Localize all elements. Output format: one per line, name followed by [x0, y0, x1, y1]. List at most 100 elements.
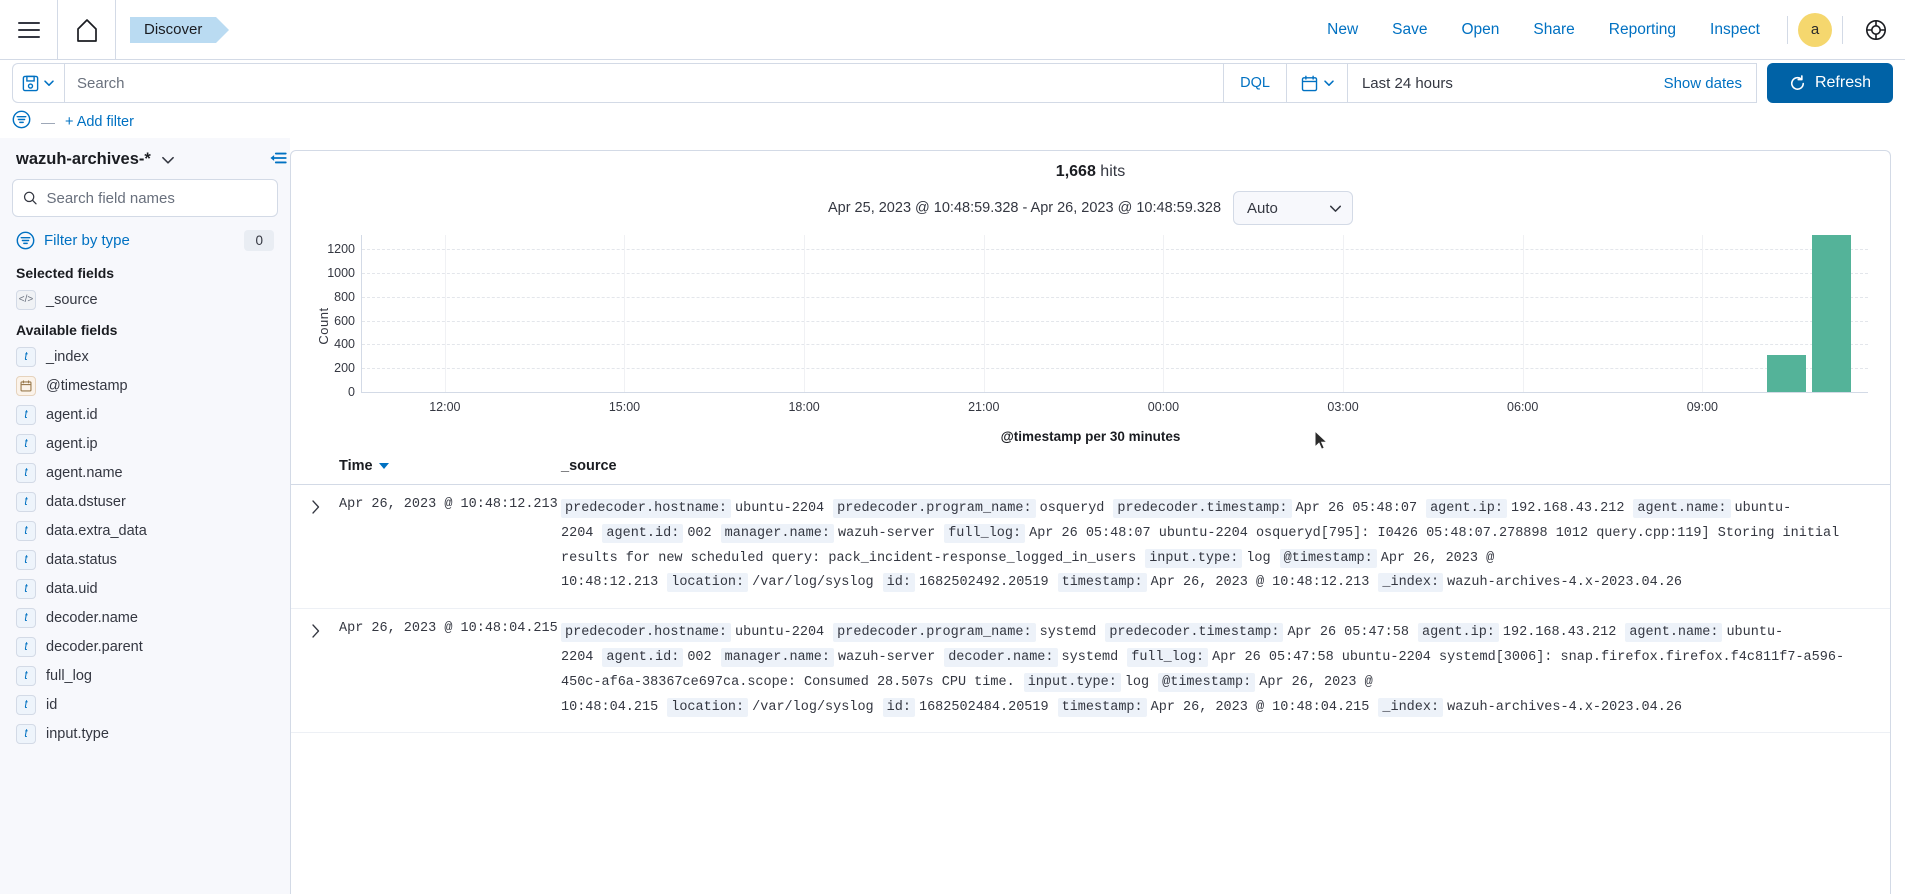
source-field-key: predecoder.hostname: — [561, 623, 731, 642]
source-field-value: Apr 26 05:47:58 — [1287, 625, 1409, 640]
saved-query-button[interactable] — [12, 63, 64, 103]
source-field-value: osqueryd — [1040, 501, 1105, 516]
expand-row-button[interactable] — [291, 621, 339, 720]
field-label: agent.name — [46, 465, 123, 481]
source-field-key: agent.id: — [602, 648, 683, 667]
chart-bar[interactable] — [1812, 235, 1851, 392]
nav-link-inspect[interactable]: Inspect — [1693, 21, 1777, 39]
date-quick-select-button[interactable] — [1287, 64, 1348, 102]
field-item-agent.name[interactable]: t agent.name — [12, 458, 278, 487]
search-input-wrapper[interactable] — [64, 63, 1224, 103]
source-field-key: manager.name: — [721, 524, 834, 543]
nav-link-share[interactable]: Share — [1516, 21, 1591, 39]
x-axis-tick: 15:00 — [609, 400, 640, 414]
chart-bar[interactable] — [1767, 355, 1806, 392]
source-field-key: id: — [883, 573, 915, 592]
nav-right-group: New Save Open Share Reporting Inspect a — [1310, 0, 1905, 59]
source-field-value: ubuntu-2204 — [735, 501, 824, 516]
avatar[interactable]: a — [1798, 13, 1832, 47]
table-row: Apr 26, 2023 @ 10:48:04.215 predecoder.ho… — [291, 609, 1890, 733]
chart-plot-area[interactable]: 02004006008001000120012:0015:0018:0021:0… — [361, 235, 1868, 393]
source-field-value: Apr 26, 2023 @ 10:48:04.215 — [1151, 700, 1370, 715]
x-axis-tick: 00:00 — [1148, 400, 1179, 414]
x-axis-tick: 09:00 — [1687, 400, 1718, 414]
expand-row-button[interactable] — [291, 497, 339, 596]
add-filter-button[interactable]: + Add filter — [65, 114, 134, 130]
field-item-data.status[interactable]: tdata.status — [12, 545, 278, 574]
histogram-chart[interactable]: Count 02004006008001000120012:0015:0018:… — [303, 235, 1868, 417]
source-field-key: location: — [667, 573, 748, 592]
field-item-id[interactable]: tid — [12, 690, 278, 719]
field-item-_index[interactable]: t_index — [12, 342, 278, 371]
search-input[interactable] — [77, 75, 1223, 92]
y-axis-tick: 400 — [334, 337, 355, 351]
field-item-agent.ip[interactable]: t agent.ip — [12, 429, 278, 458]
index-pattern-selector[interactable]: wazuh-archives-* — [12, 138, 278, 179]
field-item-data.uid[interactable]: tdata.uid — [12, 574, 278, 603]
selected-fields-title: Selected fields — [12, 257, 278, 285]
search-icon — [23, 190, 37, 206]
show-dates-button[interactable]: Show dates — [1650, 75, 1756, 92]
table-body: Apr 26, 2023 @ 10:48:12.213predecoder.ho… — [291, 485, 1890, 733]
source-field-key: timestamp: — [1058, 698, 1147, 717]
field-search-wrapper[interactable] — [12, 179, 278, 217]
field-item-_source[interactable]: </> _source — [12, 285, 278, 314]
source-field-key: agent.ip: — [1426, 499, 1507, 518]
source-field-value: Apr 26 05:48:07 — [1296, 501, 1418, 516]
help-icon[interactable] — [1859, 13, 1893, 47]
chart-y-axis-label: Count — [316, 307, 331, 344]
filter-by-type-button[interactable]: Filter by type 0 — [12, 223, 278, 257]
source-field-key: predecoder.program_name: — [833, 623, 1035, 642]
nav-link-new[interactable]: New — [1310, 21, 1375, 39]
selected-fields-list: </> _source — [12, 285, 278, 314]
field-item-data.dstuser[interactable]: tdata.dstuser — [12, 487, 278, 516]
field-item-@timestamp[interactable]: @timestamp — [12, 371, 278, 400]
chart-x-axis-label: @timestamp per 30 minutes — [291, 417, 1890, 444]
hits-label: hits — [1100, 163, 1125, 180]
nav-link-reporting[interactable]: Reporting — [1592, 21, 1693, 39]
string-type-icon: t — [16, 579, 36, 599]
field-label: full_log — [46, 668, 92, 684]
field-label: data.extra_data — [46, 523, 147, 539]
source-field-key: input.type: — [1024, 673, 1121, 692]
time-range-value[interactable]: Last 24 hours — [1348, 75, 1650, 92]
source-field-value: log — [1125, 675, 1149, 690]
gridline — [362, 321, 1868, 322]
save-floppy-icon — [22, 75, 39, 92]
string-type-icon: t — [16, 666, 36, 686]
string-type-icon: t — [16, 434, 36, 454]
field-item-agent.id[interactable]: tagent.id — [12, 400, 278, 429]
y-axis-tick: 200 — [334, 361, 355, 375]
source-field-value: /var/log/syslog — [752, 575, 874, 590]
time-column-header[interactable]: Time — [339, 458, 561, 474]
field-item-input.type[interactable]: tinput.type — [12, 719, 278, 748]
source-field-key: full_log: — [944, 524, 1025, 543]
query-language-button[interactable]: DQL — [1224, 63, 1287, 103]
filter-icon[interactable] — [12, 110, 31, 134]
field-sidebar: wazuh-archives-* Filter by type 0 Select… — [0, 138, 290, 894]
field-item-decoder.name[interactable]: tdecoder.name — [12, 603, 278, 632]
collapse-sidebar-icon[interactable] — [266, 146, 290, 170]
search-field-names-input[interactable] — [46, 190, 267, 207]
source-field-value: ubuntu-2204 — [735, 625, 824, 640]
string-type-icon: t — [16, 463, 36, 483]
chart-header: Apr 25, 2023 @ 10:48:59.328 - Apr 26, 20… — [291, 181, 1890, 229]
nav-link-save[interactable]: Save — [1375, 21, 1444, 39]
filter-bar: — + Add filter — [0, 106, 1905, 138]
y-axis-tick: 800 — [334, 290, 355, 304]
field-item-decoder.parent[interactable]: tdecoder.parent — [12, 632, 278, 661]
y-axis-tick: 0 — [348, 385, 355, 399]
field-item-full_log[interactable]: t full_log — [12, 661, 278, 690]
field-label: agent.ip — [46, 436, 98, 452]
source-field-key: @timestamp: — [1280, 549, 1377, 568]
field-item-data.extra_data[interactable]: tdata.extra_data — [12, 516, 278, 545]
breadcrumb-item-discover[interactable]: Discover — [130, 17, 216, 43]
nav-link-open[interactable]: Open — [1445, 21, 1517, 39]
gridline-vertical — [1702, 235, 1703, 392]
menu-button[interactable] — [0, 0, 58, 59]
string-type-icon: t — [16, 637, 36, 657]
home-button[interactable] — [58, 0, 116, 59]
refresh-button[interactable]: Refresh — [1767, 63, 1893, 103]
source-column-header: _source — [561, 458, 1890, 474]
interval-select[interactable]: Auto — [1233, 191, 1353, 225]
